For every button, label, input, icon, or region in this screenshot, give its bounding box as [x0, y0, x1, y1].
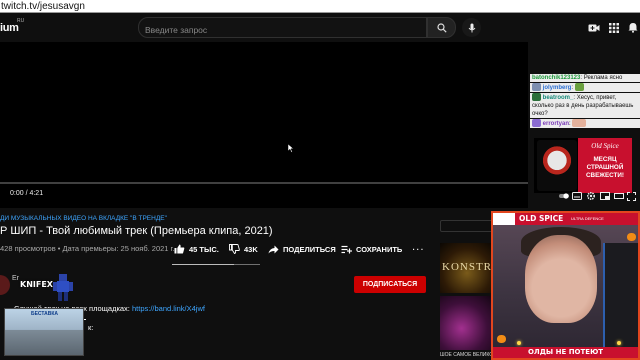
logo-region: RU [17, 18, 25, 24]
ad-red-panel: Old Spice МЕСЯЦ СТРАШНОЙ СВЕЖЕСТИ! [578, 138, 632, 193]
stream-chat-overlay: batonchik123123: Реклама ясно jolymberg:… [530, 74, 640, 129]
mouse-cursor-icon [288, 144, 294, 153]
miniplayer-icon [600, 192, 610, 200]
fullscreen-button[interactable] [626, 191, 636, 201]
search-box [138, 17, 427, 40]
create-video-icon [588, 24, 599, 31]
chat-text: Реклама ясно [583, 75, 623, 81]
ad-brand: Old Spice [591, 142, 619, 150]
description-link[interactable]: https://band.link/X4jwf [132, 304, 205, 313]
video-title: Р ШИП - Твой любимый трек (Премьера клип… [0, 225, 273, 237]
pumpkin-icon [627, 233, 636, 241]
ad-text: МЕСЯЦ СТРАШНОЙ СВЕЖЕСТИ! [585, 156, 625, 179]
badge-icon [532, 93, 541, 101]
gaming-chair [603, 243, 638, 353]
pumpkin-icon [497, 335, 506, 343]
subtitles-icon [572, 192, 582, 200]
chat-message: batonchik123123: Реклама ясно [530, 74, 640, 82]
voice-search-button[interactable] [462, 18, 481, 37]
webcam-person [525, 235, 597, 323]
miniplayer-button[interactable] [600, 191, 610, 201]
badge-icon [532, 83, 541, 91]
trending-hashtag[interactable]: ДИ МУЗЫКАЛЬНЫХ ВИДЕО НА ВКЛАДКЕ "В ТРЕНД… [0, 215, 167, 222]
dislike-button[interactable]: 43K [229, 243, 258, 255]
thumbs-down-icon [229, 244, 240, 254]
old-spice-ad-banner: Old Spice МЕСЯЦ СТРАШНОЙ СВЕЖЕСТИ! [534, 138, 632, 193]
save-playlist-icon [341, 245, 352, 253]
create-video-button[interactable] [587, 21, 600, 34]
share-label: ПОДЕЛИТЬСЯ [283, 244, 336, 254]
address-bar[interactable]: twitch.tv/jesusavgn [0, 0, 640, 13]
screen: twitch.tv/jesusavgn ium RU Введите запро… [0, 0, 640, 360]
video-progress-bar[interactable] [0, 182, 528, 184]
share-icon [268, 245, 279, 253]
like-count: 45 ТЫС. [189, 244, 219, 254]
notifications-button[interactable] [626, 21, 639, 34]
channel-name[interactable]: Er [12, 275, 19, 282]
subscribe-button[interactable]: ПОДПИСАТЬСЯ [354, 276, 426, 293]
webcam-bottom-text: ОЛДЫ НЕ ПОТЕЮТ [527, 348, 604, 356]
youtube-header: ium RU [0, 13, 640, 42]
autoplay-toggle[interactable] [559, 191, 569, 201]
toggle-icon [559, 193, 569, 199]
webcam-bottom-banner: ОЛДЫ НЕ ПОТЕЮТ [493, 347, 638, 358]
video-time: 0:00 / 4:21 [10, 190, 44, 197]
dislike-count: 43K [244, 244, 258, 254]
subtitles-button[interactable] [572, 191, 582, 201]
chat-username: jolymberg [542, 85, 572, 91]
webcam-brand-sub: ULTRA DEFENCE [571, 216, 604, 221]
webcam-brand-name: OLD SPICE [519, 214, 564, 223]
gear-icon [586, 191, 596, 201]
emote-icon [574, 83, 584, 91]
sparkle-icon [517, 341, 521, 345]
knifex-overlay-label: KNIFEX [20, 280, 53, 289]
apps-icon [608, 22, 619, 33]
theater-mode-button[interactable] [614, 191, 624, 201]
like-ratio-bar [172, 264, 260, 265]
mini-video-label: БЕСТАВКА [31, 311, 59, 317]
search-button[interactable] [427, 17, 456, 38]
knifex-figure-icon [53, 274, 73, 301]
streamer-webcam: OLD SPICE ULTRA DEFENCE ОЛДЫ НЕ ПОТЕЮТ [491, 211, 640, 360]
save-label: СОХРАНИТЬ [356, 244, 403, 254]
thumbs-up-icon [174, 244, 185, 254]
mini-video-overlay: БЕСТАВКА [4, 308, 84, 356]
description-more: к: [88, 323, 94, 332]
search-input[interactable] [139, 20, 426, 40]
apps-button[interactable] [607, 21, 620, 34]
chat-username: errortyan [542, 121, 570, 127]
like-button[interactable]: 45 ТЫС. [174, 243, 219, 255]
chat-message: beatroom_: Хесус, привет, сколько раз в … [530, 93, 640, 118]
badge-icon [532, 119, 541, 127]
sparkle-icon [617, 341, 621, 345]
channel-avatar[interactable] [0, 275, 10, 295]
theater-icon [614, 193, 624, 199]
youtube-logo[interactable]: ium [0, 22, 19, 34]
chat-username: beatroom_ [542, 95, 574, 101]
search-icon [436, 22, 447, 33]
more-actions-button[interactable]: ... [412, 242, 425, 253]
ad-face-image [537, 140, 577, 191]
video-meta: 428 просмотров • Дата премьеры: 25 нояб.… [0, 244, 175, 253]
emote-icon [572, 119, 587, 127]
video-player[interactable]: 0:00 / 4:21 [0, 42, 528, 208]
fullscreen-icon [626, 191, 636, 201]
notifications-icon [628, 23, 637, 33]
related-video-thumbnail[interactable] [440, 296, 494, 350]
brand-logo-icon [493, 213, 515, 225]
save-button[interactable]: СОХРАНИТЬ [341, 243, 402, 255]
related-video-thumbnail[interactable]: KONSTR [440, 243, 494, 293]
settings-button[interactable] [586, 191, 596, 201]
thumbnail-text: KONSTR [442, 261, 493, 273]
chat-message: jolymberg: [530, 83, 640, 92]
chat-username: batonchik123123 [532, 75, 581, 81]
url-text: twitch.tv/jesusavgn [1, 1, 85, 12]
chat-message: errortyan: [530, 119, 640, 128]
webcam-brand-bar: OLD SPICE ULTRA DEFENCE [493, 213, 638, 225]
share-button[interactable]: ПОДЕЛИТЬСЯ [268, 243, 336, 255]
mic-icon [468, 23, 475, 32]
